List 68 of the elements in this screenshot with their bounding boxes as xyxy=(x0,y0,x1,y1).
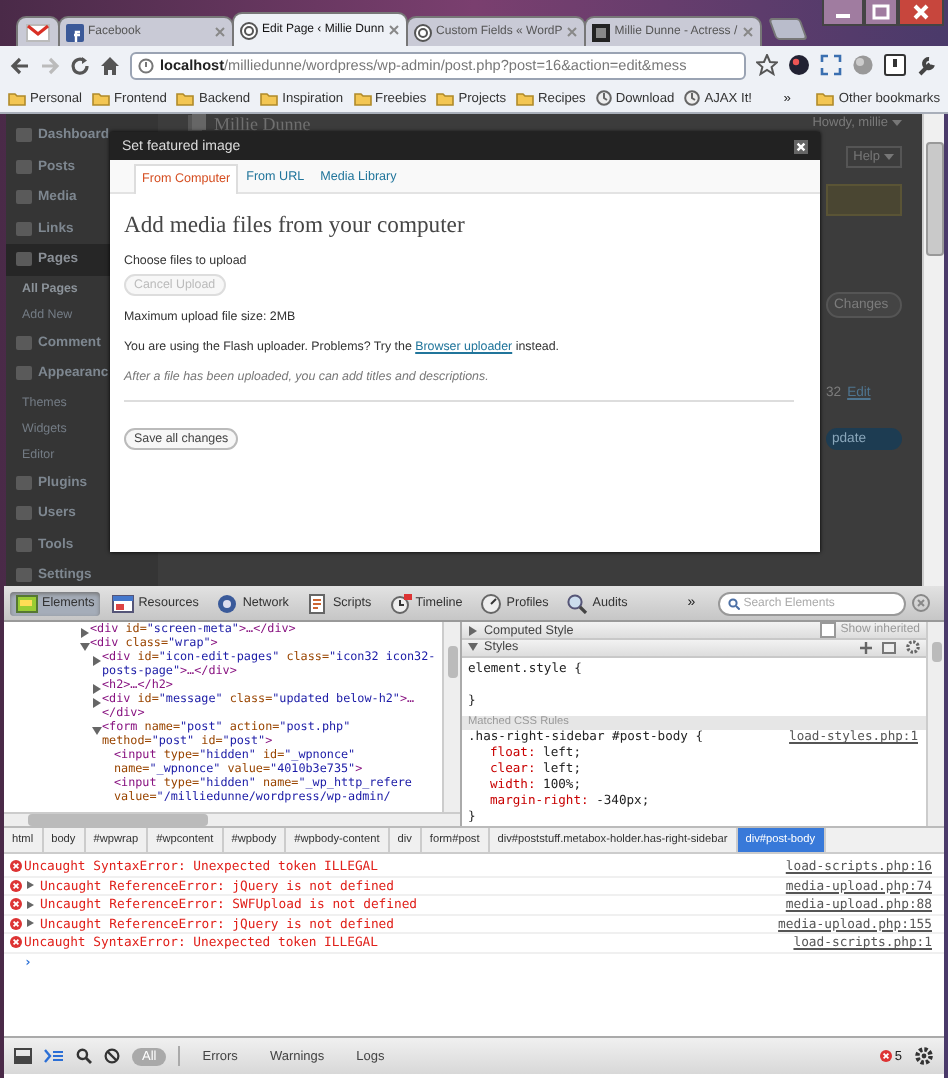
maximize-icon[interactable] xyxy=(864,0,898,26)
home-icon[interactable] xyxy=(100,55,120,75)
star-icon[interactable] xyxy=(756,54,778,76)
folder-icon xyxy=(176,91,195,105)
back-icon[interactable] xyxy=(10,55,30,75)
pages-icon xyxy=(186,114,206,132)
caret-icon xyxy=(892,120,902,126)
caret-icon xyxy=(884,154,894,160)
clear-icon[interactable] xyxy=(104,1048,120,1064)
ball-icon[interactable] xyxy=(788,54,810,76)
mail-icon xyxy=(26,23,50,41)
expand-arrow-icon[interactable] xyxy=(92,656,102,666)
error-icon xyxy=(10,879,22,892)
folder-icon xyxy=(92,91,111,105)
scrollbar[interactable] xyxy=(4,812,460,826)
folder-icon xyxy=(8,91,26,105)
search-icon xyxy=(727,597,740,609)
expand-arrow-icon[interactable] xyxy=(468,625,478,635)
expand-arrow-icon[interactable] xyxy=(26,918,36,929)
window-icon xyxy=(112,593,135,613)
scrollbar[interactable] xyxy=(442,622,460,812)
expand-arrow-icon[interactable] xyxy=(26,899,36,910)
folder-icon xyxy=(260,91,279,105)
dialog-heading: Add media files from your computer xyxy=(124,212,465,238)
error-icon xyxy=(10,917,22,930)
scrollbar[interactable] xyxy=(926,622,944,826)
error-icon xyxy=(10,860,22,873)
collapse-arrow-icon[interactable] xyxy=(468,642,478,653)
close-icon[interactable] xyxy=(898,0,944,26)
folder-icon xyxy=(436,91,455,105)
collapse-arrow-icon[interactable] xyxy=(92,726,102,736)
add-icon[interactable] xyxy=(860,641,872,654)
browser-tab[interactable] xyxy=(16,16,60,46)
collapse-arrow-icon[interactable] xyxy=(80,642,90,652)
expand-arrow-icon[interactable] xyxy=(92,684,102,694)
wrench-icon[interactable] xyxy=(916,54,938,76)
error-icon xyxy=(880,1050,893,1062)
gear-icon[interactable] xyxy=(906,640,920,655)
logo-icon xyxy=(240,21,258,39)
magnifier-icon xyxy=(566,593,589,613)
error-icon xyxy=(10,936,22,949)
console-icon[interactable] xyxy=(44,1048,64,1064)
tag-icon xyxy=(16,593,38,613)
frame-icon[interactable] xyxy=(820,54,842,76)
error-icon xyxy=(10,898,22,911)
scrollbar[interactable] xyxy=(922,114,944,586)
expand-arrow-icon[interactable] xyxy=(92,698,102,708)
app-icon xyxy=(66,23,84,41)
document-icon xyxy=(306,593,329,613)
settings-icon[interactable] xyxy=(914,1046,934,1066)
checkbox[interactable] xyxy=(820,622,837,638)
gauge-icon xyxy=(480,593,503,613)
new-tab-button[interactable] xyxy=(767,18,808,40)
folder-icon xyxy=(516,91,535,105)
expand-arrow-icon[interactable] xyxy=(80,628,90,638)
search-icon[interactable] xyxy=(76,1048,92,1064)
folder-icon xyxy=(816,91,835,105)
clock-icon xyxy=(389,593,412,613)
folder-icon xyxy=(353,91,372,105)
toggle-icon[interactable] xyxy=(882,641,896,654)
site-icon xyxy=(592,23,611,41)
panel-icon[interactable] xyxy=(884,54,906,76)
reload-icon[interactable] xyxy=(70,55,90,75)
dock-icon[interactable] xyxy=(14,1048,32,1064)
minimize-icon[interactable] xyxy=(822,0,864,26)
notice-bar xyxy=(826,184,902,216)
expand-arrow-icon[interactable] xyxy=(26,880,36,891)
logo-icon xyxy=(414,23,433,41)
